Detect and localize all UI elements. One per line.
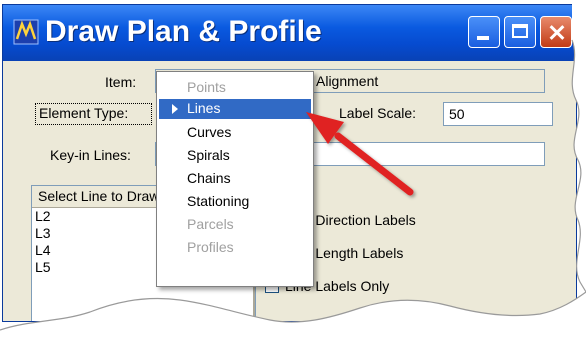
menu-item-profiles[interactable]: Profiles: [187, 239, 234, 255]
window-title: Draw Plan & Profile: [45, 15, 322, 48]
keyin-lines-label: Key-in Lines:: [50, 147, 131, 163]
item-label: Item:: [105, 74, 137, 90]
minimize-button[interactable]: [468, 16, 500, 48]
element-type-dropdown-menu[interactable]: Points Lines Curves Spirals Chains Stati…: [156, 71, 314, 287]
close-button[interactable]: [540, 16, 572, 48]
menu-item-curves[interactable]: Curves: [187, 124, 231, 140]
menu-item-lines-label: Lines: [187, 100, 221, 116]
app-logo-icon: [13, 19, 39, 45]
maximize-button[interactable]: [504, 16, 536, 48]
menu-item-stationing[interactable]: Stationing: [187, 193, 249, 209]
menu-item-points[interactable]: Points: [187, 79, 226, 95]
label-scale-label: Label Scale:: [339, 105, 417, 121]
menu-item-lines[interactable]: Lines: [159, 99, 311, 119]
title-bar[interactable]: Draw Plan & Profile: [3, 5, 576, 61]
menu-item-spirals[interactable]: Spirals: [187, 147, 230, 163]
element-type-label: Element Type:: [39, 105, 129, 121]
menu-item-parcels[interactable]: Parcels: [187, 216, 234, 232]
menu-item-chains[interactable]: Chains: [187, 170, 231, 186]
selected-triangle-icon: [172, 104, 178, 114]
label-scale-input[interactable]: 50: [443, 102, 553, 126]
